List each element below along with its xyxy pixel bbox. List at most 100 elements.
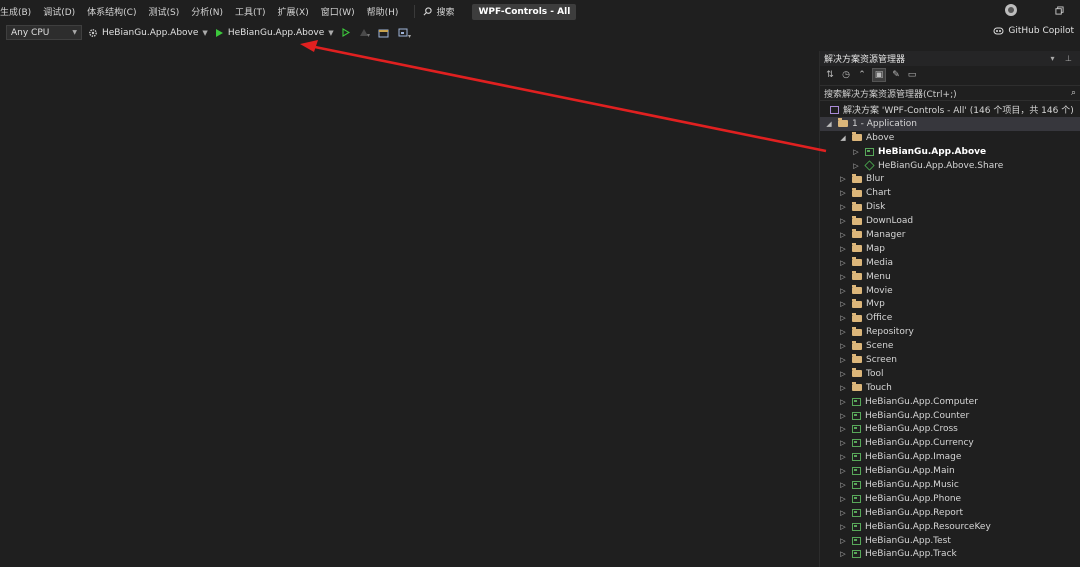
collapsed-arrow-icon[interactable]: ▷: [838, 203, 848, 211]
tree-folder[interactable]: ▷ Disk: [820, 200, 1080, 214]
tree-project[interactable]: ▷ HeBianGu.App.ResourceKey: [820, 520, 1080, 534]
collapsed-arrow-icon[interactable]: ▷: [838, 217, 848, 225]
menu-debug[interactable]: 调试(D): [37, 5, 81, 18]
tree-folder[interactable]: ▷ Screen: [820, 353, 1080, 367]
tree-project[interactable]: ▷ HeBianGu.App.Report: [820, 506, 1080, 520]
tree-folder[interactable]: ▷ Touch: [820, 381, 1080, 395]
folder-label: Movie: [866, 285, 893, 296]
collapsed-arrow-icon[interactable]: ▷: [838, 537, 848, 545]
collapsed-arrow-icon[interactable]: ▷: [838, 342, 848, 350]
collapsed-arrow-icon[interactable]: ▷: [851, 162, 861, 170]
collapsed-arrow-icon[interactable]: ▷: [851, 148, 861, 156]
collapsed-arrow-icon[interactable]: ▷: [838, 287, 848, 295]
tree-project[interactable]: ▷ HeBianGu.App.Counter: [820, 409, 1080, 423]
hot-reload-icon[interactable]: ▾: [358, 28, 370, 38]
run-button[interactable]: HeBianGu.App.Above ▼: [215, 28, 334, 38]
collapsed-arrow-icon[interactable]: ▷: [838, 481, 848, 489]
startup-project-select[interactable]: HeBianGu.App.Above ▼: [88, 28, 208, 38]
collapsed-arrow-icon[interactable]: ▷: [838, 189, 848, 197]
collapsed-arrow-icon[interactable]: ▷: [838, 384, 848, 392]
run-without-debug-icon[interactable]: [342, 28, 350, 37]
expanded-arrow-icon[interactable]: ◢: [838, 134, 848, 142]
properties-icon[interactable]: ✎: [890, 69, 902, 81]
tree-project-above-share[interactable]: ▷ HeBianGu.App.Above.Share: [820, 159, 1080, 173]
collapsed-arrow-icon[interactable]: ▷: [838, 314, 848, 322]
tree-folder[interactable]: ▷ Chart: [820, 186, 1080, 200]
collapsed-arrow-icon[interactable]: ▷: [838, 175, 848, 183]
collapsed-arrow-icon[interactable]: ▷: [838, 245, 848, 253]
browser-link-icon[interactable]: [378, 28, 390, 38]
tree-folder[interactable]: ▷ DownLoad: [820, 214, 1080, 228]
menu-build[interactable]: 生成(B): [0, 5, 37, 18]
pin-icon[interactable]: ▾ ⊥: [1050, 54, 1076, 63]
tree-project[interactable]: ▷ HeBianGu.App.Main: [820, 464, 1080, 478]
tree-folder[interactable]: ▷ Mvp: [820, 297, 1080, 311]
tree-project[interactable]: ▷ HeBianGu.App.Music: [820, 478, 1080, 492]
collapsed-arrow-icon[interactable]: ▷: [838, 231, 848, 239]
global-search[interactable]: 搜索: [414, 5, 462, 18]
folder-label: Manager: [866, 229, 906, 240]
collapsed-arrow-icon[interactable]: ▷: [838, 370, 848, 378]
tree-folder-application[interactable]: ◢ 1 - Application: [820, 116, 1080, 131]
collapsed-arrow-icon[interactable]: ▷: [838, 550, 848, 558]
collapsed-arrow-icon[interactable]: ▷: [838, 398, 848, 406]
tree-project[interactable]: ▷ HeBianGu.App.Currency: [820, 436, 1080, 450]
collapsed-arrow-icon[interactable]: ▷: [838, 259, 848, 267]
explorer-search-input[interactable]: 搜索解决方案资源管理器(Ctrl+;) ⌕: [820, 85, 1080, 101]
collapsed-arrow-icon[interactable]: ▷: [838, 509, 848, 517]
tree-project[interactable]: ▷ HeBianGu.App.Test: [820, 534, 1080, 548]
tree-folder[interactable]: ▷ Tool: [820, 367, 1080, 381]
project-label: HeBianGu.App.Above: [878, 146, 987, 157]
tree-folder[interactable]: ▷ Office: [820, 311, 1080, 325]
tree-folder[interactable]: ▷ Scene: [820, 339, 1080, 353]
menu-tools[interactable]: 工具(T): [229, 5, 272, 18]
solution-tree: 解决方案 'WPF-Controls - All' (146 个项目，共 146…: [820, 103, 1080, 561]
collapsed-arrow-icon[interactable]: ▷: [838, 495, 848, 503]
tree-folder[interactable]: ▷ Map: [820, 242, 1080, 256]
platform-select[interactable]: Any CPU ▼: [6, 25, 82, 40]
project-icon: [852, 508, 861, 517]
history-icon[interactable]: ◷: [840, 69, 852, 81]
collapsed-arrow-icon[interactable]: ▷: [838, 412, 848, 420]
tree-folder[interactable]: ▷ Movie: [820, 284, 1080, 298]
restore-window-icon[interactable]: [1055, 5, 1064, 15]
tree-project[interactable]: ▷ HeBianGu.App.Track: [820, 548, 1080, 562]
sync-icon[interactable]: ⇅: [824, 69, 836, 81]
tree-folder[interactable]: ▷ Menu: [820, 270, 1080, 284]
menu-analyze[interactable]: 分析(N): [185, 5, 229, 18]
menu-bar: 生成(B) 调试(D) 体系结构(C) 测试(S) 分析(N) 工具(T) 扩展…: [0, 0, 1080, 23]
tree-project[interactable]: ▷ HeBianGu.App.Image: [820, 450, 1080, 464]
collapsed-arrow-icon[interactable]: ▷: [838, 273, 848, 281]
tree-project-above[interactable]: ▷ HeBianGu.App.Above: [820, 145, 1080, 159]
tree-project[interactable]: ▷ HeBianGu.App.Cross: [820, 422, 1080, 436]
solution-node[interactable]: 解决方案 'WPF-Controls - All' (146 个项目，共 146…: [820, 103, 1080, 117]
menu-extensions[interactable]: 扩展(X): [272, 5, 315, 18]
account-avatar[interactable]: [1005, 4, 1017, 16]
tree-folder-above[interactable]: ◢ Above: [820, 131, 1080, 145]
collapsed-arrow-icon[interactable]: ▷: [838, 356, 848, 364]
collapsed-arrow-icon[interactable]: ▷: [838, 523, 848, 531]
menu-help[interactable]: 帮助(H): [361, 5, 405, 18]
tree-project[interactable]: ▷ HeBianGu.App.Computer: [820, 395, 1080, 409]
tree-folder[interactable]: ▷ Media: [820, 256, 1080, 270]
collapsed-arrow-icon[interactable]: ▷: [838, 300, 848, 308]
tree-folder[interactable]: ▷ Repository: [820, 325, 1080, 339]
tree-folder[interactable]: ▷ Manager: [820, 228, 1080, 242]
collapsed-arrow-icon[interactable]: ▷: [838, 467, 848, 475]
collapsed-arrow-icon[interactable]: ▷: [838, 425, 848, 433]
collapsed-arrow-icon[interactable]: ▷: [838, 328, 848, 336]
expanded-arrow-icon[interactable]: ◢: [824, 120, 834, 128]
preview-icon[interactable]: ▭: [906, 69, 918, 81]
menu-architecture[interactable]: 体系结构(C): [81, 5, 142, 18]
menu-test[interactable]: 测试(S): [142, 5, 185, 18]
collapsed-arrow-icon[interactable]: ▷: [838, 453, 848, 461]
collapse-all-icon[interactable]: ⌃: [856, 69, 868, 81]
github-copilot-button[interactable]: GitHub Copilot: [993, 26, 1074, 36]
window-layout-icon[interactable]: ▾: [398, 28, 412, 38]
collapsed-arrow-icon[interactable]: ▷: [838, 439, 848, 447]
folder-icon: [852, 271, 862, 281]
tree-folder[interactable]: ▷ Blur: [820, 172, 1080, 186]
menu-window[interactable]: 窗口(W): [315, 5, 361, 18]
tree-project[interactable]: ▷ HeBianGu.App.Phone: [820, 492, 1080, 506]
show-all-files-icon[interactable]: ▣: [872, 67, 886, 82]
